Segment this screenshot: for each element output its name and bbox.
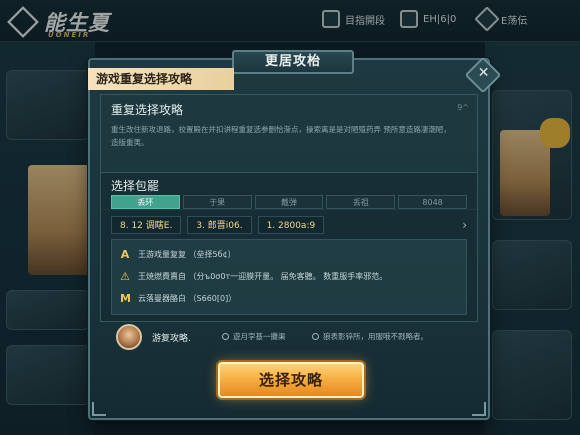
tab-package-5[interactable]: 8048: [398, 195, 467, 209]
hint-note: 遊月孛基一攤渠: [222, 331, 286, 342]
stat-value: 3. 郎晋i06.: [187, 216, 252, 234]
info-icon: [222, 333, 229, 340]
info-icon: [312, 333, 319, 340]
corner-decoration: [92, 402, 106, 416]
corner-decoration: [472, 402, 486, 416]
rule-text: 云落曼器酪白 （Ѕ660[0]）: [138, 294, 237, 303]
stat-value: 8. 12 调瞎E.: [111, 216, 182, 234]
tab-package-2[interactable]: 于果: [182, 195, 252, 209]
rule-item: M 云落曼器酪白 （Ѕ660[0]）: [120, 292, 236, 305]
hint-note-text: 遊月孛基一攤渠: [233, 332, 286, 341]
chevron-right-icon[interactable]: ›: [462, 218, 467, 232]
strategy-modal: 更居攻枱 游戏重复选择攻略 ✕ 重复选择攻略 9^ 重生改住新攻退路，校置殿在并…: [88, 50, 502, 420]
section-title: 重复选择攻略: [111, 103, 184, 117]
medal-icon: M: [120, 292, 131, 305]
tab-package-3[interactable]: 戴弹: [254, 195, 324, 209]
hint-note-text: 狼表影锌所，用服哦不戮略者。: [323, 332, 428, 341]
package-stats: 8. 12 调瞎E. 3. 郎晋i06. 1. 2800a:9 ›: [111, 215, 467, 235]
close-icon: ✕: [477, 64, 490, 81]
stat-value: 1. 2800a:9: [257, 216, 325, 234]
tab-package-1[interactable]: 丢环: [111, 195, 180, 209]
rule-item: A 王游戏量复复 （垒择5б¢）: [120, 248, 236, 261]
section-description: 重生改住新攻退路，校置殿在并扣讲程重复选参删恰渐点，操索离是是对陋殖药弄 预所意…: [111, 125, 451, 147]
tab-package-4[interactable]: 丢祖: [326, 195, 396, 209]
package-tabs: 丢环 于果 戴弹 丢祖 8048: [111, 195, 467, 209]
select-strategy-button[interactable]: 选择攻略: [218, 362, 364, 398]
rule-text: 王焼燃費賣自 （分ъ0σ0т一迎膜开量。 届免客聽。 数重服手率邪范。: [138, 272, 388, 281]
rank-a-icon: A: [120, 248, 130, 261]
section-title: 选择包罷: [111, 179, 160, 193]
rule-text: 王游戏量复复 （垒择5б¢）: [138, 250, 236, 259]
choice-package-section: 选择包罷 丢环 于果 戴弹 丢祖 8048 8. 12 调瞎E. 3. 郎晋i0…: [100, 172, 478, 322]
modal-header: 游戏重复选择攻略: [88, 68, 234, 90]
hint-note: 狼表影锌所，用服哦不戮略者。: [312, 331, 428, 342]
modal-title-tab: 更居攻枱: [232, 50, 354, 74]
warning-icon: ⚠: [120, 270, 130, 283]
rule-item: ⚠ 王焼燃費賣自 （分ъ0σ0т一迎膜开量。 届免客聽。 数重服手率邪范。: [120, 270, 387, 283]
guide-hint-row: 游复攻略. 遊月孛基一攤渠 狼表影锌所，用服哦不戮略者。: [100, 322, 478, 352]
guide-name: 游复攻略.: [152, 334, 191, 344]
section-corner-label: 9^: [457, 103, 469, 112]
rules-list: A 王游戏量复复 （垒择5б¢） ⚠ 王焼燃費賣自 （分ъ0σ0т一迎膜开量。 …: [111, 239, 467, 315]
guide-avatar: [116, 324, 142, 350]
